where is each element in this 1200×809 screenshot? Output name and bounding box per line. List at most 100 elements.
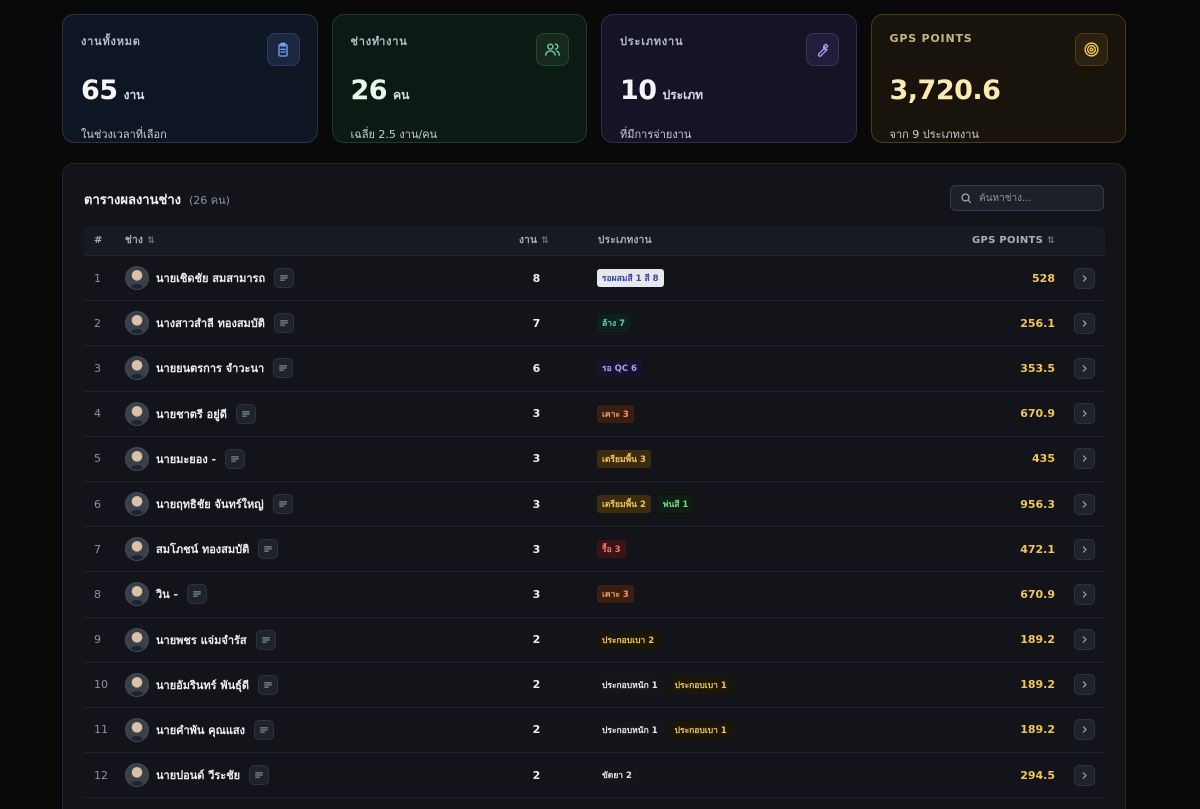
- row-action: [1074, 708, 1095, 752]
- view-details-button[interactable]: [1074, 403, 1095, 425]
- list-icon: [193, 591, 201, 597]
- view-details-button[interactable]: [1074, 312, 1095, 334]
- notes-button[interactable]: [187, 584, 208, 605]
- technician-name[interactable]: นายชาตรี อยู่ดี: [156, 405, 227, 423]
- list-icon: [260, 727, 268, 733]
- table-row: 11 นายคำพัน คุณแสง 2 ประกอบหนัก 1 ประกอบเ…: [84, 708, 1105, 754]
- job-type-badge: ประกอบเบา 1: [669, 720, 732, 739]
- technician-cell: สมโภชน์ ทองสมบัติ: [125, 527, 279, 571]
- card-value-row: 10 ประเภท: [620, 75, 703, 106]
- job-type-badge: ประกอบเบา 2: [597, 630, 660, 649]
- job-count: 3: [532, 587, 541, 601]
- list-icon: [278, 501, 287, 507]
- notes-button[interactable]: [235, 403, 256, 424]
- technician-cell: นายเชิดชัย สมสามารถ: [125, 256, 295, 300]
- clipboard-icon: [266, 33, 300, 66]
- technician-name[interactable]: นายฤทธิชัย จันทร์ใหญ่: [156, 495, 264, 513]
- view-details-button[interactable]: [1074, 538, 1095, 560]
- technician-name[interactable]: นายพชร แจ่มจำรัส: [156, 631, 247, 649]
- header-types-label: ประเภทงาน: [598, 235, 652, 246]
- view-details-button[interactable]: [1074, 493, 1095, 515]
- row-action: [1074, 618, 1095, 662]
- search-icon: [961, 193, 972, 204]
- job-count: 2: [532, 633, 541, 647]
- job-type-badge: เตรียมพื้น 2: [597, 495, 651, 514]
- job-type-badge: รอ QC 6: [597, 359, 642, 378]
- card-unit: ประเภท: [662, 88, 704, 102]
- technician-name[interactable]: นายยนตรการ จำวะนา: [156, 359, 264, 377]
- job-type-badge: ล้าง 7: [597, 314, 631, 333]
- technician-cell: นายชาตรี อยู่ดี: [125, 392, 256, 436]
- job-type-badge: รื้อ 3: [597, 540, 626, 559]
- notes-button[interactable]: [273, 358, 294, 379]
- gps-points: 472.1: [1020, 542, 1055, 556]
- card-total-jobs: งานทั้งหมด 65 งาน ในช่วงเวลาที่เลือก: [62, 14, 318, 143]
- row-index: 12: [94, 768, 108, 782]
- technician-name[interactable]: สมโภชน์ ทองสมบัติ: [156, 540, 249, 558]
- job-types-cell: รื้อ 3: [597, 527, 626, 571]
- view-details-button[interactable]: [1074, 448, 1095, 470]
- list-icon: [231, 456, 239, 462]
- notes-button[interactable]: [255, 629, 276, 650]
- notes-button[interactable]: [272, 494, 293, 515]
- job-count: 2: [532, 723, 541, 737]
- job-types-cell: รอผสมสี 1 สี 8: [597, 256, 664, 300]
- header-count-sort[interactable]: งาน ⇅: [519, 233, 549, 248]
- view-details-button[interactable]: [1074, 764, 1095, 786]
- table-row: 2 นางสาวสำลี ทองสมบัติ 7 ล้าง 7 256.1: [84, 301, 1105, 347]
- row-action: [1074, 392, 1095, 436]
- technician-name[interactable]: วิน -: [156, 585, 178, 603]
- view-details-button[interactable]: [1074, 583, 1095, 605]
- search-input[interactable]: [979, 192, 1099, 204]
- chevron-right-icon: [1082, 546, 1087, 553]
- job-type-badge: เคาะ 3: [597, 404, 634, 423]
- job-types-cell: ประกอบหนัก 1 ประกอบเบา 1: [597, 708, 732, 752]
- chevron-right-icon: [1082, 410, 1087, 417]
- list-icon: [261, 637, 270, 643]
- technician-name[interactable]: นายอัมรินทร์ พันธุ์ดี: [156, 676, 249, 694]
- view-details-button[interactable]: [1074, 674, 1095, 696]
- job-count: 3: [532, 407, 541, 421]
- avatar: [125, 311, 149, 336]
- technician-name[interactable]: นายคำพัน คุณแสง: [156, 721, 245, 739]
- header-count-label: งาน: [519, 235, 538, 246]
- row-index: 7: [94, 542, 101, 556]
- avatar: [125, 266, 149, 291]
- job-type-badge: รอผสมสี 1 สี 8: [597, 269, 664, 288]
- gps-points: 189.2: [1020, 723, 1055, 737]
- view-details-button[interactable]: [1074, 267, 1095, 289]
- job-types-cell: รอ QC 6: [597, 346, 642, 390]
- header-name-sort[interactable]: ช่าง ⇅: [125, 233, 155, 248]
- technician-cell: วิน -: [125, 572, 208, 616]
- technician-name[interactable]: นางสาวสำลี ทองสมบัติ: [156, 314, 265, 332]
- notes-button[interactable]: [254, 719, 275, 740]
- notes-button[interactable]: [274, 268, 295, 289]
- row-index: 4: [94, 407, 101, 421]
- technician-name[interactable]: นายปอนด์ วีระชัย: [156, 766, 240, 784]
- view-details-button[interactable]: [1074, 357, 1095, 379]
- avatar: [125, 537, 149, 562]
- notes-button[interactable]: [258, 674, 279, 695]
- table-row: 3 นายยนตรการ จำวะนา 6 รอ QC 6 353.5: [84, 346, 1105, 392]
- view-details-button[interactable]: [1074, 719, 1095, 741]
- header-index: #: [94, 235, 103, 246]
- notes-button[interactable]: [225, 448, 246, 469]
- search-box[interactable]: [950, 185, 1104, 211]
- header-types: ประเภทงาน: [598, 233, 652, 248]
- chevron-right-icon: [1082, 591, 1087, 598]
- row-index: 6: [94, 497, 101, 511]
- header-points-sort[interactable]: GPS POINTS ⇅: [972, 235, 1055, 246]
- technician-name[interactable]: นายมะยอง -: [156, 450, 216, 468]
- chevron-right-icon: [1082, 274, 1087, 282]
- sort-icon: ⇅: [541, 235, 550, 246]
- row-action: [1074, 437, 1095, 481]
- row-action: [1074, 663, 1095, 707]
- technician-cell: นายอัมรินทร์ พันธุ์ดี: [125, 663, 279, 707]
- technician-cell: นายฤทธิชัย จันทร์ใหญ่: [125, 482, 293, 526]
- job-types-cell: เตรียมพื้น 2 พ่นสี 1: [597, 482, 694, 526]
- technician-name[interactable]: นายเชิดชัย สมสามารถ: [156, 269, 265, 287]
- view-details-button[interactable]: [1074, 629, 1095, 651]
- notes-button[interactable]: [273, 313, 294, 334]
- notes-button[interactable]: [249, 765, 270, 786]
- notes-button[interactable]: [258, 539, 279, 560]
